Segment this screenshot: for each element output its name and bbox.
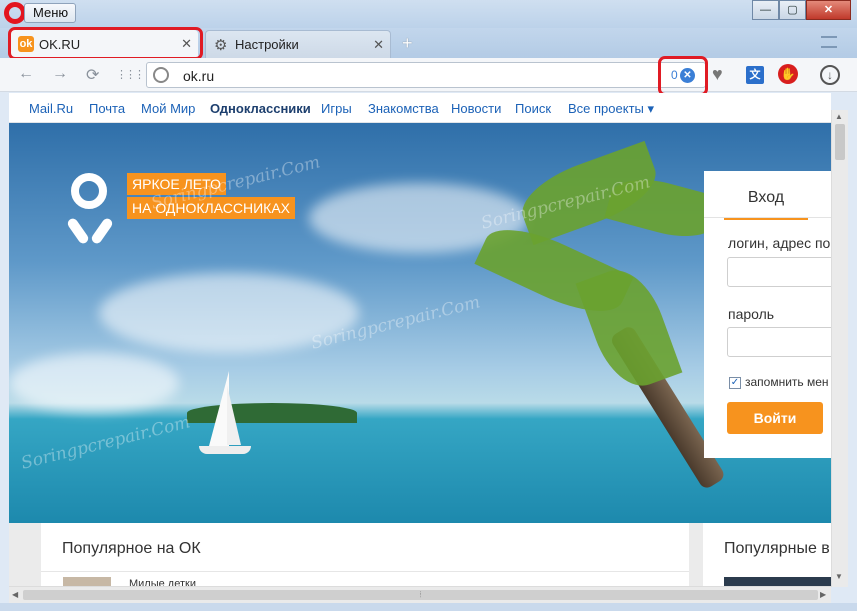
scrollbar-thumb[interactable]: ⦙ bbox=[23, 590, 818, 600]
password-field[interactable] bbox=[727, 327, 837, 357]
ok-logo-icon[interactable] bbox=[65, 173, 115, 253]
popular-thumbnail[interactable] bbox=[63, 577, 111, 586]
login-button[interactable]: Войти bbox=[727, 402, 823, 434]
popular-card: Популярное на ОК Милые детки bbox=[41, 523, 689, 586]
portal-link-mailru[interactable]: Mail.Ru bbox=[29, 101, 73, 116]
portal-link-dating[interactable]: Знакомства bbox=[368, 101, 439, 116]
ok-logo-leg bbox=[89, 216, 115, 246]
portal-link-odnoklassniki[interactable]: Одноклассники bbox=[210, 101, 311, 116]
tab-label: Настройки bbox=[235, 37, 299, 52]
remember-label: запомнить мен bbox=[745, 375, 829, 389]
popular-title-2: Популярные в bbox=[724, 540, 830, 557]
horizontal-scrollbar[interactable]: ◀ ⦙ ▶ bbox=[9, 586, 831, 603]
highlight-ring-extension bbox=[658, 56, 708, 96]
divider bbox=[41, 571, 689, 572]
watermark: Soringpcrepair.Com bbox=[19, 412, 193, 474]
sailboat-hull bbox=[199, 446, 251, 454]
close-tab-icon[interactable]: ✕ bbox=[373, 37, 384, 53]
remember-checkbox[interactable]: ✓ bbox=[729, 377, 741, 389]
popular-item-title[interactable]: Милые детки bbox=[129, 578, 196, 586]
speed-dial-icon[interactable]: ⋮⋮⋮ bbox=[116, 68, 145, 81]
navigation-bar: ← → ⟳ ⋮⋮⋮ ok.ru 0 ✕ ♥ 文 ✋ ↓ bbox=[0, 58, 857, 92]
opera-logo-icon[interactable] bbox=[4, 2, 26, 24]
portal-link-news[interactable]: Новости bbox=[451, 101, 501, 116]
scroll-right-icon[interactable]: ▶ bbox=[820, 590, 826, 599]
cloud bbox=[9, 353, 179, 413]
sailboat-sail bbox=[227, 385, 241, 445]
popular-title: Популярное на ОК bbox=[62, 540, 201, 557]
scroll-down-icon[interactable]: ▼ bbox=[835, 572, 843, 581]
maximize-button[interactable]: ▢ bbox=[779, 0, 806, 20]
portal-link-mymir[interactable]: Мой Мир bbox=[141, 101, 195, 116]
forward-icon[interactable]: → bbox=[52, 65, 68, 83]
portal-nav: Mail.Ru Почта Мой Мир Одноклассники Игры… bbox=[9, 93, 831, 123]
site-info-icon[interactable] bbox=[153, 67, 169, 83]
title-bar: Меню — ▢ ✕ bbox=[0, 0, 857, 28]
close-window-button[interactable]: ✕ bbox=[806, 0, 851, 20]
reload-icon[interactable]: ⟳ bbox=[86, 65, 99, 85]
password-field-label: пароль bbox=[728, 306, 775, 322]
scroll-up-icon[interactable]: ▲ bbox=[835, 112, 843, 121]
popular-card-2: Популярные в bbox=[703, 523, 831, 586]
login-field-label: логин, адрес по bbox=[728, 235, 831, 251]
portal-link-mail[interactable]: Почта bbox=[89, 101, 125, 116]
palm-frond bbox=[575, 259, 683, 397]
translate-icon[interactable]: 文 bbox=[746, 66, 764, 84]
sailboat-sail bbox=[209, 371, 229, 446]
portal-link-all-projects[interactable]: Все проекты ▾ bbox=[568, 101, 654, 117]
tab-settings[interactable]: ⚙ Настройки ✕ bbox=[205, 30, 391, 58]
download-icon[interactable]: ↓ bbox=[820, 65, 840, 85]
scroll-left-icon[interactable]: ◀ bbox=[12, 590, 18, 599]
gear-icon: ⚙ bbox=[214, 36, 228, 54]
portal-link-games[interactable]: Игры bbox=[321, 101, 352, 116]
login-field[interactable] bbox=[727, 257, 837, 287]
window-frame bbox=[0, 603, 857, 611]
new-tab-icon[interactable]: + bbox=[402, 33, 413, 54]
scrollbar-thumb[interactable] bbox=[835, 124, 845, 160]
bookmark-heart-icon[interactable]: ♥ bbox=[712, 64, 723, 85]
url-text[interactable]: ok.ru bbox=[183, 68, 214, 84]
vertical-scrollbar[interactable]: ▲ ▼ bbox=[831, 110, 848, 587]
popular-thumbnail[interactable] bbox=[724, 577, 831, 586]
menu-button[interactable]: Меню bbox=[24, 3, 76, 23]
divider bbox=[704, 217, 831, 218]
minimize-button[interactable]: — bbox=[752, 0, 779, 20]
highlight-ring-tab bbox=[8, 27, 203, 60]
window-controls: — ▢ ✕ bbox=[752, 0, 851, 20]
ok-logo-leg bbox=[65, 216, 91, 246]
ok-logo-head bbox=[71, 173, 107, 209]
adblock-icon[interactable]: ✋ bbox=[778, 64, 798, 84]
tab-menu-icon[interactable] bbox=[821, 36, 837, 48]
address-bar[interactable]: ok.ru 0 ✕ bbox=[146, 62, 706, 88]
back-icon[interactable]: ← bbox=[18, 65, 34, 83]
portal-link-search[interactable]: Поиск bbox=[515, 101, 551, 116]
login-tab[interactable]: Вход bbox=[724, 189, 808, 220]
login-panel: Вход логин, адрес по пароль ✓ запомнить … bbox=[704, 171, 837, 458]
